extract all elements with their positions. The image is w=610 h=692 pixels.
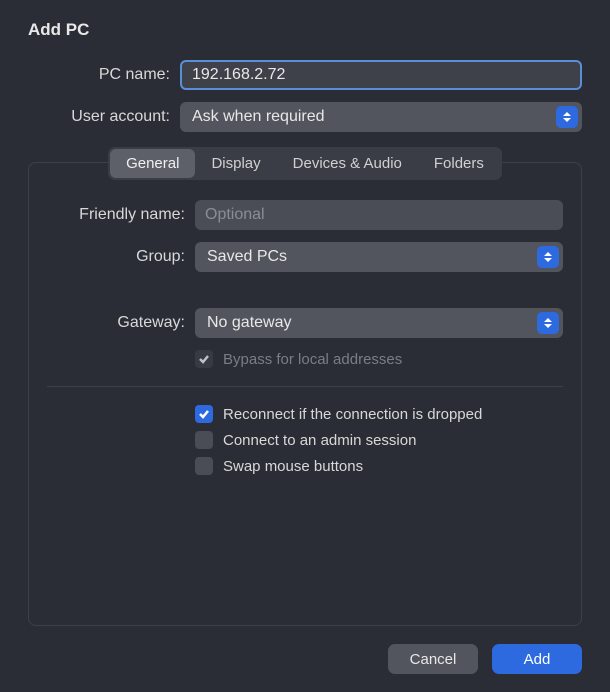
tab-content-general: Friendly name: Group: Saved PCs Gatew bbox=[29, 200, 581, 501]
group-row: Group: Saved PCs bbox=[47, 242, 563, 272]
user-account-label: User account: bbox=[28, 108, 180, 126]
tab-devices-audio[interactable]: Devices & Audio bbox=[277, 149, 418, 178]
pc-name-label: PC name: bbox=[28, 66, 180, 84]
group-label: Group: bbox=[47, 248, 195, 266]
updown-icon bbox=[537, 246, 559, 268]
friendly-name-input[interactable] bbox=[195, 200, 563, 230]
tab-bar: General Display Devices & Audio Folders bbox=[29, 147, 581, 180]
user-account-value: Ask when required bbox=[192, 108, 325, 126]
admin-label: Connect to an admin session bbox=[223, 432, 416, 449]
cancel-button[interactable]: Cancel bbox=[388, 644, 478, 674]
group-select[interactable]: Saved PCs bbox=[195, 242, 563, 272]
reconnect-label: Reconnect if the connection is dropped bbox=[223, 406, 482, 423]
updown-icon bbox=[556, 106, 578, 128]
swap-label: Swap mouse buttons bbox=[223, 458, 363, 475]
reconnect-checkbox[interactable] bbox=[195, 405, 213, 423]
tab-general[interactable]: General bbox=[110, 149, 195, 178]
admin-row: Connect to an admin session bbox=[195, 431, 563, 449]
reconnect-row: Reconnect if the connection is dropped bbox=[195, 405, 563, 423]
bypass-label: Bypass for local addresses bbox=[223, 351, 402, 368]
admin-checkbox[interactable] bbox=[195, 431, 213, 449]
gateway-label: Gateway: bbox=[47, 314, 195, 332]
friendly-name-label: Friendly name: bbox=[47, 206, 195, 224]
check-icon bbox=[198, 408, 210, 420]
user-account-select[interactable]: Ask when required bbox=[180, 102, 582, 132]
divider bbox=[47, 386, 563, 387]
bypass-row: Bypass for local addresses bbox=[195, 350, 563, 368]
swap-row: Swap mouse buttons bbox=[195, 457, 563, 475]
tab-display[interactable]: Display bbox=[195, 149, 276, 178]
dialog-title: Add PC bbox=[28, 20, 582, 40]
add-pc-dialog: Add PC PC name: User account: Ask when r… bbox=[0, 0, 610, 692]
updown-icon bbox=[537, 312, 559, 334]
dialog-footer: Cancel Add bbox=[28, 644, 582, 674]
bypass-checkbox bbox=[195, 350, 213, 368]
add-button[interactable]: Add bbox=[492, 644, 582, 674]
swap-checkbox[interactable] bbox=[195, 457, 213, 475]
tab-folders[interactable]: Folders bbox=[418, 149, 500, 178]
check-icon bbox=[198, 353, 210, 365]
gateway-row: Gateway: No gateway bbox=[47, 308, 563, 338]
settings-panel: General Display Devices & Audio Folders … bbox=[28, 162, 582, 626]
group-value: Saved PCs bbox=[207, 248, 287, 266]
pc-name-input[interactable] bbox=[180, 60, 582, 90]
gateway-select[interactable]: No gateway bbox=[195, 308, 563, 338]
user-account-row: User account: Ask when required bbox=[28, 102, 582, 132]
gateway-value: No gateway bbox=[207, 314, 292, 332]
friendly-name-row: Friendly name: bbox=[47, 200, 563, 230]
pc-name-row: PC name: bbox=[28, 60, 582, 90]
